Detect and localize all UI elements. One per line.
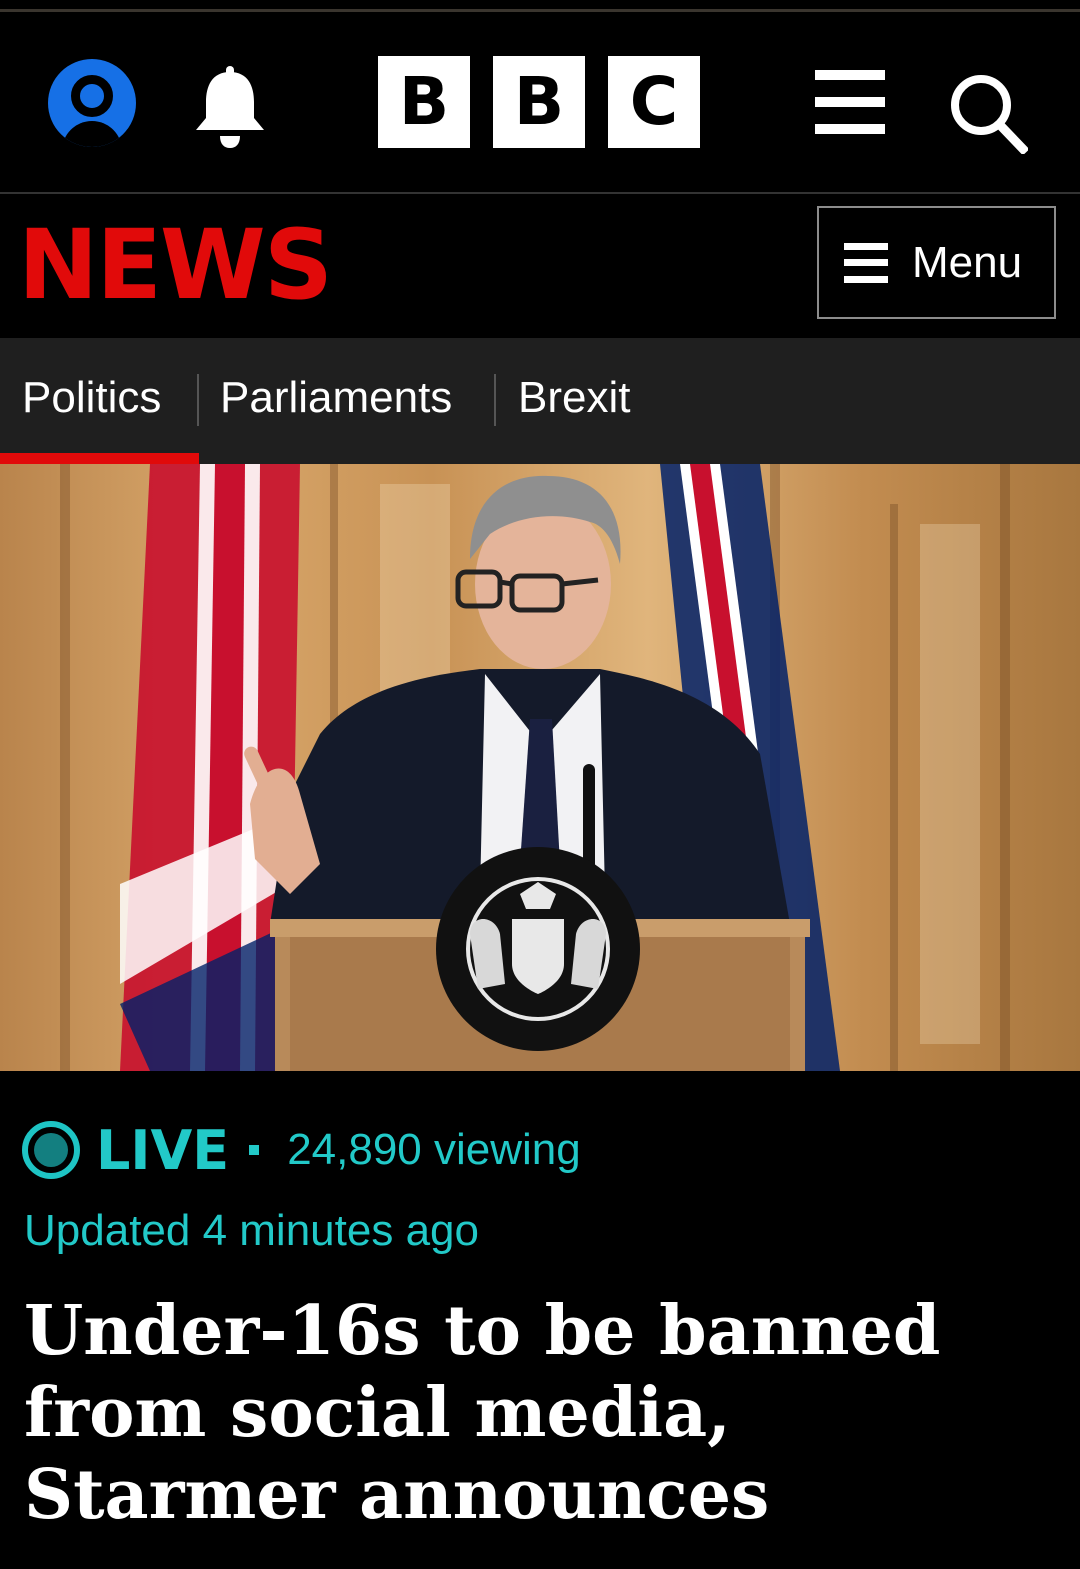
live-indicator-icon <box>22 1121 80 1179</box>
news-bar: NEWS Menu <box>0 196 1080 338</box>
viewer-count: 24,890 viewing <box>287 1125 581 1174</box>
search-icon[interactable] <box>948 72 1028 154</box>
status-strip <box>0 0 1080 12</box>
menu-button[interactable]: Menu <box>817 206 1056 319</box>
menu-label: Menu <box>912 237 1023 287</box>
hamburger-icon[interactable] <box>815 70 885 134</box>
active-tab-indicator <box>0 453 199 464</box>
news-wordmark[interactable]: NEWS <box>18 210 333 320</box>
nav-item-parliaments[interactable]: Parliaments <box>220 338 452 464</box>
bbc-logo-letter: B <box>493 56 585 148</box>
section-nav: Politics Parliaments Brexit <box>0 338 1080 464</box>
bbc-logo[interactable]: B B C <box>378 56 700 148</box>
bbc-logo-letter: B <box>378 56 470 148</box>
hero-photo-illustration <box>60 464 1010 1071</box>
bell-icon[interactable] <box>190 62 270 152</box>
nav-item-brexit[interactable]: Brexit <box>518 338 630 464</box>
bbc-top-bar: B B C <box>0 12 1080 194</box>
nav-divider <box>494 374 496 426</box>
live-label: LIVE <box>96 1118 230 1182</box>
live-status-row: LIVE 24,890 viewing <box>22 1118 581 1182</box>
hero-image[interactable] <box>0 464 1080 1071</box>
account-icon[interactable] <box>48 59 136 147</box>
updated-timestamp: Updated 4 minutes ago <box>24 1206 479 1255</box>
dot-separator <box>249 1145 260 1155</box>
article-headline[interactable]: Under-16s to be banned from social media… <box>24 1290 1054 1536</box>
nav-divider <box>197 374 199 426</box>
menu-icon <box>844 242 888 283</box>
bbc-logo-letter: C <box>608 56 700 148</box>
nav-item-politics[interactable]: Politics <box>22 338 161 464</box>
